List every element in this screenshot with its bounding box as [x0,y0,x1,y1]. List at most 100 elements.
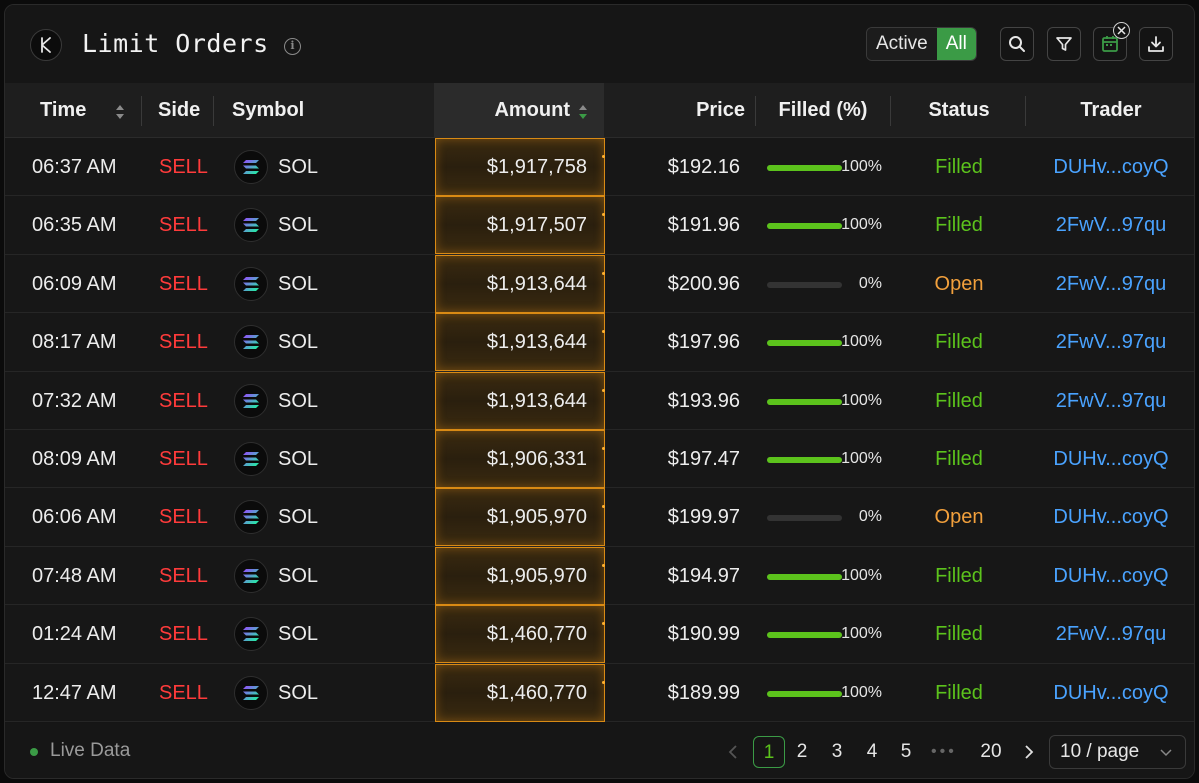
solana-icon [234,266,268,301]
filled-percent: 100% [841,566,882,584]
table-row[interactable]: 08:17 AM SELL SOL $1,913,644 $197.96 100% Fill… [5,313,1194,372]
table-row[interactable]: 01:24 AM SELL SOL $1,460,770 $190.99 100% Fill… [5,605,1194,664]
filled-progress-bar [767,632,842,639]
page-5-button[interactable]: 5 [895,736,917,768]
filled-progress-fill [767,165,842,171]
order-side: SELL [159,681,208,704]
column-header-status[interactable]: Status [905,83,1013,138]
prev-page-button[interactable] [723,736,745,768]
order-symbol: SOL [278,623,319,646]
next-page-button[interactable] [1017,736,1039,768]
trader-link[interactable]: 2FwV...97qu [1041,605,1181,663]
solana-icon [234,383,268,418]
order-time: 08:17 AM [32,331,117,354]
trader-link[interactable]: 2FwV...97qu [1041,196,1181,254]
order-symbol: SOL [278,447,319,470]
table-row[interactable]: 06:35 AM SELL SOL $1,917,507 $191.96 100% Fill… [5,196,1194,255]
solana-icon [234,675,268,710]
table-row[interactable]: 12:47 AM SELL SOL $1,460,770 $189.99 100% Fill… [5,663,1194,722]
order-side: SELL [159,214,208,237]
filled-progress-bar [767,573,842,580]
order-price: $189.99 [667,681,740,704]
filled-progress-fill [767,690,842,697]
page-3-button[interactable]: 3 [826,736,848,768]
page-2-button[interactable]: 2 [791,736,813,768]
table-row[interactable]: 06:06 AM SELL SOL $1,905,970 $199.97 0% Open DU… [5,488,1194,547]
page-20-button[interactable]: 20 [976,736,1006,768]
ellipsis-icon[interactable]: ••• [931,736,957,768]
order-price: $200.96 [667,272,740,295]
order-symbol: SOL [278,564,319,587]
order-side: SELL [159,331,208,354]
page-size-select[interactable]: 10 / page [1049,735,1186,769]
glow-spark [602,446,605,450]
trader-link[interactable]: DUHv...coyQ [1041,488,1181,546]
column-header-filled[interactable]: Filled (%) [767,83,879,138]
table-row[interactable]: 06:37 AM SELL SOL $1,917,758 $192.16 100% Fill… [5,138,1194,197]
trader-link[interactable]: 2FwV...97qu [1041,372,1181,430]
live-status-dot [30,748,38,756]
order-amount: $1,913,644 [486,331,587,354]
active-all-toggle[interactable]: Active All [866,27,977,61]
order-time: 12:47 AM [32,681,117,704]
page-size-value: 10 / page [1060,741,1140,762]
order-time: 06:37 AM [32,156,117,178]
order-price: $193.96 [667,389,740,412]
toggle-active-button[interactable]: Active [867,28,937,60]
column-header-time[interactable]: Time [40,83,86,138]
order-side: SELL [159,272,208,295]
filter-button[interactable] [1047,27,1081,61]
table-row[interactable]: 07:48 AM SELL SOL $1,905,970 $194.97 100% Fill… [5,546,1194,606]
order-status: Filled [935,389,983,412]
column-header-price[interactable]: Price [645,83,745,138]
page-4-button[interactable]: 4 [861,736,883,768]
order-status: Filled [935,156,983,178]
order-side: SELL [159,623,208,646]
order-status: Filled [935,681,983,704]
k-logo-icon [30,29,62,61]
order-time: 08:09 AM [32,447,117,470]
table-row[interactable]: 06:09 AM SELL SOL $1,913,644 $200.96 0% Open 2F… [5,254,1194,314]
order-status: Filled [935,564,983,587]
info-icon[interactable]: i [284,38,301,55]
panel-header: Limit Orders i Active All [5,5,1194,83]
filled-percent: 100% [841,625,882,643]
column-divider [141,96,142,126]
clear-date-button[interactable] [1113,22,1130,39]
trader-link[interactable]: DUHv...coyQ [1041,547,1181,605]
filled-progress-fill [767,398,842,405]
table-row[interactable]: 08:09 AM SELL SOL $1,906,331 $197.47 100% Fill… [5,429,1194,489]
trader-link[interactable]: DUHv...coyQ [1041,664,1181,722]
trader-link[interactable]: DUHv...coyQ [1041,430,1181,488]
sort-desc-icon[interactable] [578,103,588,121]
trader-link[interactable]: DUHv...coyQ [1041,138,1181,196]
solana-icon [234,558,268,593]
column-header-side[interactable]: Side [158,83,200,138]
glow-spark [602,680,605,684]
order-symbol: SOL [278,389,319,412]
order-amount: $1,905,970 [486,564,587,587]
filled-percent: 0% [858,508,882,526]
sort-icon[interactable] [115,103,125,121]
order-side: SELL [159,447,208,470]
order-price: $191.96 [667,214,740,237]
column-header-trader[interactable]: Trader [1041,83,1181,138]
column-header-symbol[interactable]: Symbol [232,83,304,138]
filled-progress-fill [767,456,842,463]
table-row[interactable]: 07:32 AM SELL SOL $1,913,644 $193.96 100% Fill… [5,371,1194,430]
filled-percent: 100% [841,683,882,701]
order-time: 07:48 AM [32,564,117,587]
order-time: 01:24 AM [32,623,117,646]
order-time: 06:06 AM [32,506,117,529]
trader-link[interactable]: 2FwV...97qu [1041,313,1181,371]
download-button[interactable] [1139,27,1173,61]
search-button[interactable] [1000,27,1034,61]
solana-icon [234,208,268,243]
trader-link[interactable]: 2FwV...97qu [1041,255,1181,313]
page-1-button[interactable]: 1 [753,736,785,768]
order-symbol: SOL [278,156,319,178]
toggle-all-button[interactable]: All [936,28,976,60]
column-header-amount[interactable]: Amount [434,83,570,138]
orders-table-body: 06:37 AM SELL SOL $1,917,758 $192.16 100% Fill… [5,138,1194,722]
order-price: $199.97 [667,506,740,529]
